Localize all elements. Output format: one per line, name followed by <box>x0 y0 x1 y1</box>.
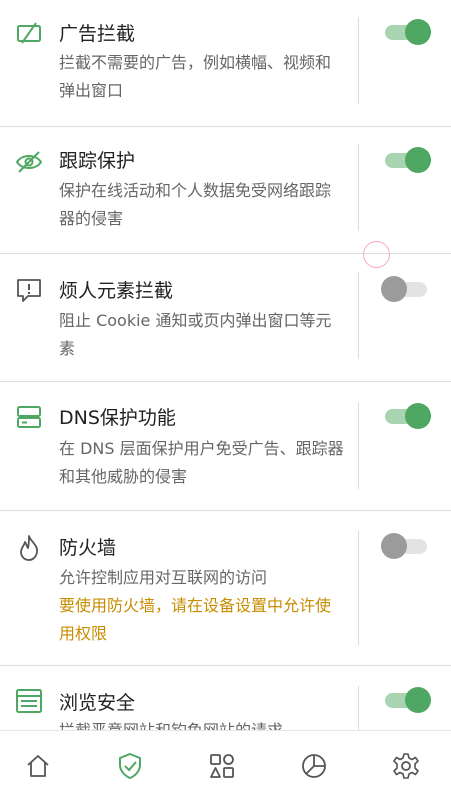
dns-protection-toggle[interactable] <box>385 403 431 429</box>
protection-list: 广告拦截 拦截不需要的广告，例如横幅、视频和弹出窗口 跟踪保护 保护在线活动和个… <box>0 0 451 730</box>
home-icon[interactable] <box>23 751 53 781</box>
bottom-navigation <box>0 730 451 795</box>
firewall-description: 允许控制应用对互联网的访问 <box>59 568 268 587</box>
touch-indicator <box>363 241 390 268</box>
ad-blocking-title: 广告拦截 <box>59 23 136 45</box>
browsing-security-toggle[interactable] <box>385 687 431 713</box>
vertical-divider <box>358 531 359 645</box>
browsing-security-item[interactable]: 浏览安全 拦截恶意网站和钓鱼网站的请求 <box>0 666 451 730</box>
tracking-protection-item[interactable]: 跟踪保护 保护在线活动和个人数据免受网络跟踪器的侵害 <box>0 127 451 253</box>
vertical-divider <box>358 272 359 359</box>
annoyance-blocking-description: 阻止 Cookie 通知或页内弹出窗口等元素 <box>59 311 332 358</box>
firewall-toggle[interactable] <box>381 533 431 559</box>
vertical-divider <box>358 686 359 730</box>
ad-blocking-description: 拦截不需要的广告，例如横幅、视频和弹出窗口 <box>59 53 332 100</box>
tracking-protection-title: 跟踪保护 <box>59 150 136 172</box>
apps-icon[interactable] <box>207 751 237 781</box>
annoyance-blocking-item[interactable]: 烦人元素拦截 阻止 Cookie 通知或页内弹出窗口等元素 <box>0 254 451 381</box>
firewall-item[interactable]: 防火墙 允许控制应用对互联网的访问 要使用防火墙，请在设备设置中允许使用权限 <box>0 511 451 665</box>
stats-pie-icon[interactable] <box>299 751 329 781</box>
firewall-permission-warning[interactable]: 要使用防火墙，请在设备设置中允许使用权限 <box>59 592 344 648</box>
dns-protection-title: DNS保护功能 <box>59 407 176 429</box>
flame-icon <box>14 533 44 563</box>
annoyance-blocking-toggle[interactable] <box>381 276 431 302</box>
annoyance-icon <box>14 276 44 306</box>
settings-gear-icon[interactable] <box>391 751 421 781</box>
ad-block-icon <box>14 18 44 48</box>
tracking-protection-toggle[interactable] <box>385 147 431 173</box>
ad-blocking-item[interactable]: 广告拦截 拦截不需要的广告，例如横幅、视频和弹出窗口 <box>0 0 451 126</box>
browser-window-icon <box>14 686 44 716</box>
dns-server-icon <box>14 402 44 432</box>
vertical-divider <box>358 144 359 231</box>
tracking-protection-description: 保护在线活动和个人数据免受网络跟踪器的侵害 <box>59 181 332 228</box>
ad-blocking-toggle[interactable] <box>385 19 431 45</box>
browsing-security-description: 拦截恶意网站和钓鱼网站的请求 <box>59 717 344 730</box>
dns-protection-item[interactable]: DNS保护功能 在 DNS 层面保护用户免受广告、跟踪器和其他威胁的侵害 <box>0 382 451 510</box>
firewall-title: 防火墙 <box>59 537 117 559</box>
vertical-divider <box>358 402 359 489</box>
annoyance-blocking-title: 烦人元素拦截 <box>59 280 174 302</box>
shield-check-icon[interactable] <box>115 751 145 781</box>
vertical-divider <box>358 17 359 104</box>
dns-protection-description: 在 DNS 层面保护用户免受广告、跟踪器和其他威胁的侵害 <box>59 439 344 486</box>
browsing-security-title: 浏览安全 <box>59 692 136 714</box>
eye-off-icon <box>14 147 44 177</box>
